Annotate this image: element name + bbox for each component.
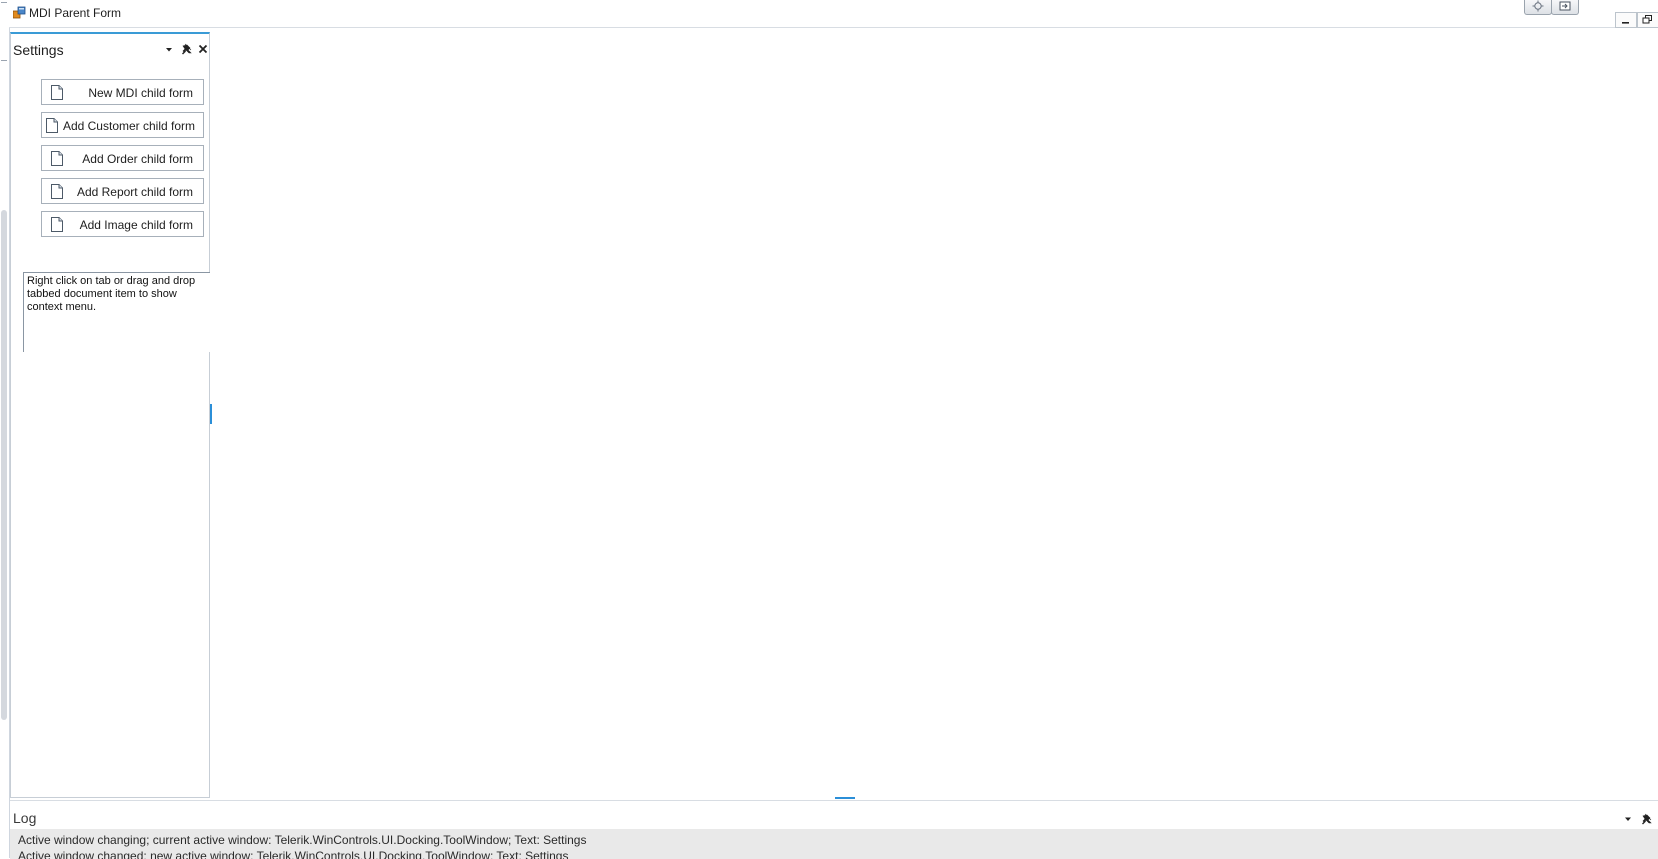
log-panel-title: Log	[13, 810, 37, 826]
edge-tick	[1, 2, 7, 3]
document-icon	[51, 184, 63, 199]
log-tool-window: Log Active window changing; current acti…	[10, 800, 1658, 859]
new-mdi-child-form-button[interactable]: New MDI child form	[41, 79, 204, 105]
vertical-scrollbar[interactable]	[1, 210, 7, 720]
button-label: Add Customer child form	[62, 119, 195, 133]
app-icon	[13, 6, 26, 19]
pin-icon[interactable]	[1641, 813, 1653, 825]
left-edge-strip	[0, 0, 10, 858]
document-icon	[51, 151, 63, 166]
move-icon	[1532, 0, 1544, 12]
float-window-button[interactable]	[1551, 0, 1579, 15]
add-report-child-form-button[interactable]: Add Report child form	[41, 178, 204, 204]
log-line: Active window changing; current active w…	[18, 833, 587, 847]
restore-child-button[interactable]	[1637, 12, 1658, 28]
settings-tool-window: Settings New MDI child form Add Customer…	[10, 32, 210, 798]
window-title: MDI Parent Form	[29, 6, 122, 20]
pin-icon[interactable]	[180, 42, 194, 56]
close-icon[interactable]	[196, 42, 210, 56]
horizontal-splitter[interactable]	[835, 797, 855, 799]
log-output[interactable]: Active window changing; current active w…	[10, 829, 1658, 859]
settings-panel-title: Settings	[13, 42, 64, 58]
button-label: Add Image child form	[79, 218, 193, 232]
add-order-child-form-button[interactable]: Add Order child form	[41, 145, 204, 171]
button-label: Add Report child form	[76, 185, 193, 199]
dock-guide-button[interactable]	[1524, 0, 1552, 15]
context-menu-hint-text: Right click on tab or drag and drop tabb…	[23, 272, 210, 352]
document-icon	[51, 217, 63, 232]
document-icon	[46, 118, 58, 133]
chevron-down-icon[interactable]	[1622, 813, 1634, 825]
minimize-child-button[interactable]	[1615, 12, 1637, 28]
button-label: Add Order child form	[82, 152, 193, 166]
edge-tick	[1, 60, 7, 61]
minimize-icon	[1622, 22, 1629, 24]
add-image-child-form-button[interactable]: Add Image child form	[41, 211, 204, 237]
document-area	[212, 28, 1658, 798]
add-customer-child-form-button[interactable]: Add Customer child form	[41, 112, 204, 138]
float-icon	[1559, 1, 1571, 11]
restore-icon	[1642, 15, 1652, 24]
title-bar: MDI Parent Form	[9, 0, 1658, 28]
document-icon	[51, 85, 63, 100]
button-label: New MDI child form	[88, 86, 193, 100]
chevron-down-icon[interactable]	[162, 42, 176, 56]
